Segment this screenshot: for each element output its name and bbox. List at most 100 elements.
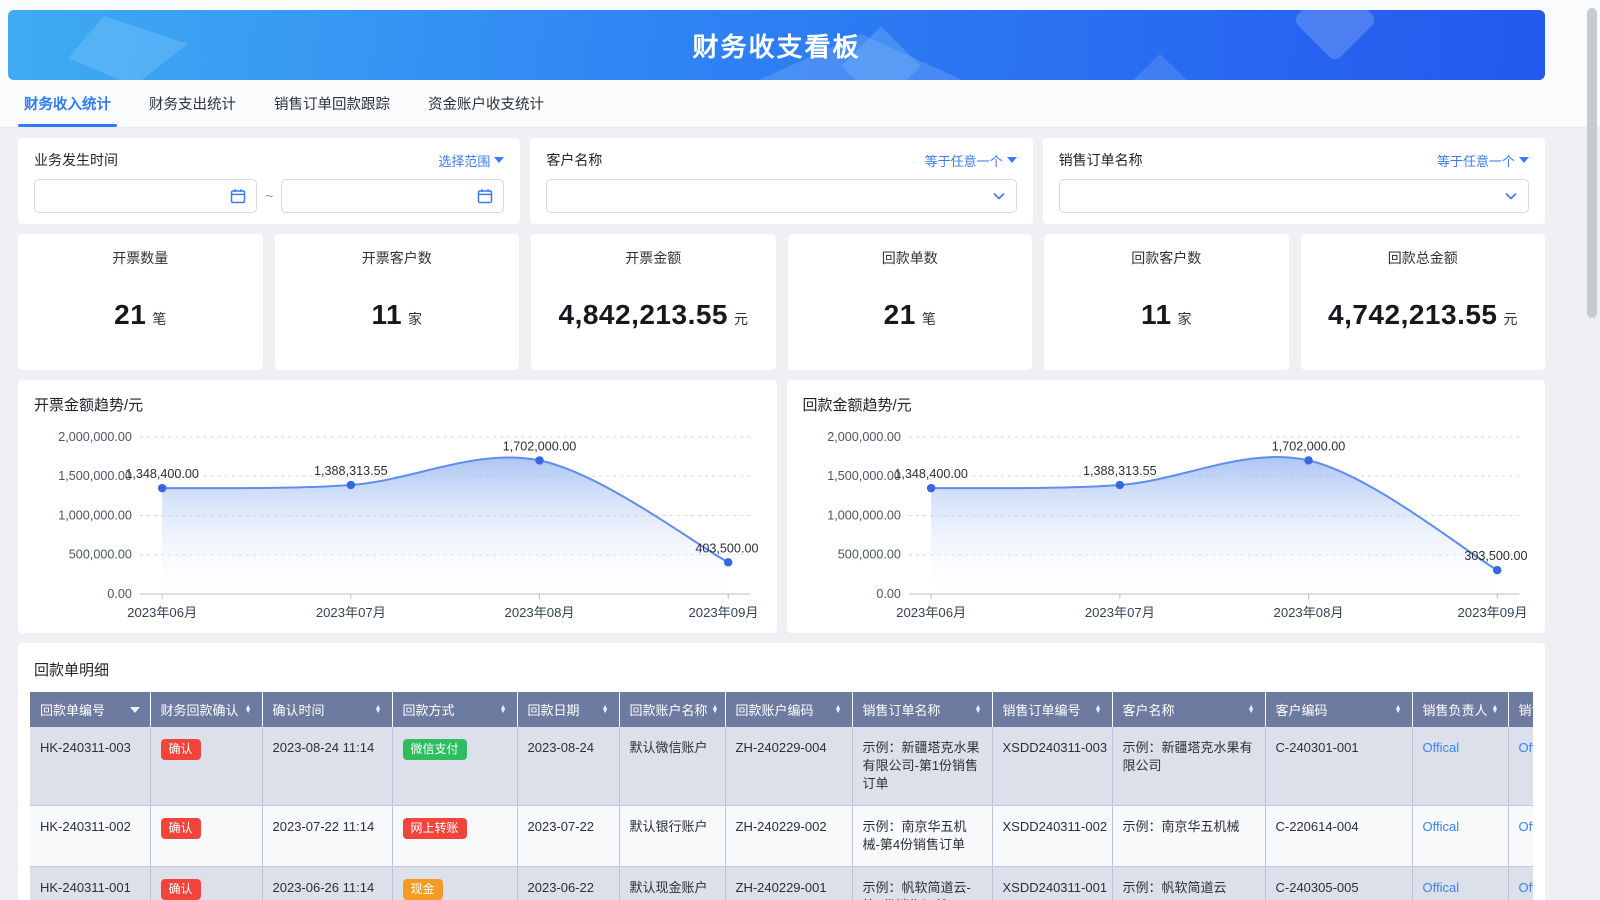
- user-link[interactable]: Offical: [1519, 880, 1534, 895]
- stat-unit: 家: [1178, 309, 1192, 329]
- cell: 现金: [392, 867, 517, 900]
- tab-财务支出统计[interactable]: 财务支出统计: [149, 80, 236, 127]
- sort-icon[interactable]: ▲▼: [245, 706, 252, 714]
- cell: ZH-240229-001: [725, 867, 852, 900]
- chart-card-1: 回款金额趋势/元0.00500,000.001,000,000.001,500,…: [787, 380, 1546, 633]
- cell: C-240305-005: [1265, 867, 1412, 900]
- stat-label: 回款客户数: [1131, 248, 1201, 268]
- column-header-label: 确认时间: [273, 700, 325, 719]
- column-header-回款日期[interactable]: 回款日期▲▼: [517, 692, 619, 727]
- cell: 示例：新疆塔克水果有限公司-第1份销售订单: [852, 727, 992, 806]
- user-link[interactable]: Offical: [1423, 819, 1460, 834]
- page-title: 财务收支看板: [692, 27, 860, 64]
- cell: C-220614-004: [1265, 806, 1412, 867]
- stat-label: 回款单数: [882, 248, 938, 268]
- column-header-销售订单名称[interactable]: 销售订单名称 ▲▼: [852, 692, 992, 727]
- column-header-销售订单编号[interactable]: 销售订单编号▲▼: [992, 692, 1112, 727]
- main-content: 业务发生时间选择范围~客户名称等于任意一个销售订单名称等于任意一个 开票数量21…: [0, 128, 1600, 900]
- table-title: 回款单明细: [34, 659, 1533, 680]
- column-header-回款方式[interactable]: 回款方式▲▼: [392, 692, 517, 727]
- column-header-客户编码[interactable]: 客户编码 ▲▼: [1265, 692, 1412, 727]
- stat-value: 11: [371, 299, 402, 331]
- operator-text: 等于任意一个: [1437, 151, 1515, 170]
- cell: 2023-08-24 11:14: [262, 727, 392, 806]
- column-header-确认时间[interactable]: 确认时间 ▲▼: [262, 692, 392, 727]
- column-header-客户名称[interactable]: 客户名称▲▼: [1112, 692, 1265, 727]
- calendar-icon: [230, 188, 246, 204]
- cell: C-240301-001: [1265, 727, 1412, 806]
- cell: 2023-07-22 11:14: [262, 806, 392, 867]
- stat-value: 21: [114, 299, 146, 331]
- column-header-label: 销售负责人: [1423, 700, 1488, 719]
- cell: Offical: [1412, 806, 1508, 867]
- sort-icon[interactable]: ▲▼: [975, 706, 982, 714]
- sort-icon[interactable]: ▲▼: [602, 706, 609, 714]
- sort-icon[interactable]: ▲▼: [1492, 706, 1499, 714]
- filter-label: 客户名称: [546, 150, 602, 170]
- sort-icon[interactable]: ▲▼: [375, 706, 382, 714]
- column-header-回款账户编码[interactable]: 回款账户编码▲▼: [725, 692, 852, 727]
- stat-unit: 元: [1504, 309, 1518, 329]
- filter-operator-link[interactable]: 等于任意一个: [1437, 151, 1529, 170]
- stat-label: 开票客户数: [362, 248, 432, 268]
- stat-value: 4,742,213.55: [1328, 299, 1498, 331]
- column-header-销售负责人[interactable]: 销售负责人 ▲▼: [1412, 692, 1508, 727]
- svg-text:2023年07月: 2023年07月: [1084, 605, 1154, 620]
- column-header-label: 销售订单名称: [863, 700, 941, 719]
- filter-dropdown-icon[interactable]: [130, 707, 140, 713]
- svg-text:500,000.00: 500,000.00: [69, 548, 132, 562]
- cell: XSDD240311-002: [992, 806, 1112, 867]
- column-header-销售[interactable]: 销售: [1508, 692, 1533, 727]
- filter-operator-link[interactable]: 选择范围: [438, 151, 504, 170]
- stat-value: 4,842,213.55: [559, 299, 729, 331]
- column-header-label: 回款单编号: [40, 700, 105, 719]
- cell: XSDD240311-001: [992, 867, 1112, 900]
- svg-text:1,388,313.55: 1,388,313.55: [1083, 464, 1157, 478]
- svg-text:1,500,000.00: 1,500,000.00: [58, 469, 132, 483]
- tab-销售订单回款跟踪[interactable]: 销售订单回款跟踪: [274, 80, 390, 127]
- vertical-scrollbar-thumb[interactable]: [1587, 8, 1597, 318]
- cell: 2023-06-22: [517, 867, 619, 900]
- date-range-separator: ~: [265, 188, 273, 204]
- user-link[interactable]: Offical: [1423, 740, 1460, 755]
- sort-icon[interactable]: ▲▼: [835, 706, 842, 714]
- operator-text: 选择范围: [438, 151, 490, 170]
- tab-资金账户收支统计[interactable]: 资金账户收支统计: [428, 80, 544, 127]
- table-row[interactable]: HK-240311-001确认2023-06-26 11:14现金2023-06…: [30, 867, 1533, 900]
- svg-text:2,000,000.00: 2,000,000.00: [58, 430, 132, 444]
- table-row[interactable]: HK-240311-002确认2023-07-22 11:14网上转账2023-…: [30, 806, 1533, 867]
- svg-text:0.00: 0.00: [107, 587, 132, 601]
- user-link[interactable]: Offical: [1423, 880, 1460, 895]
- column-header-回款账户名称[interactable]: 回款账户名称▲▼: [619, 692, 725, 727]
- calendar-icon: [477, 188, 493, 204]
- svg-text:1,388,313.55: 1,388,313.55: [314, 464, 388, 478]
- filter-operator-link[interactable]: 等于任意一个: [925, 151, 1017, 170]
- sort-icon[interactable]: ▲▼: [500, 706, 507, 714]
- sort-icon[interactable]: ▲▼: [1395, 706, 1402, 714]
- user-link[interactable]: Offical: [1519, 819, 1534, 834]
- table-row[interactable]: HK-240311-003确认2023-08-24 11:14微信支付2023-…: [30, 727, 1533, 806]
- filter-label: 业务发生时间: [34, 150, 118, 170]
- column-header-回款单编号[interactable]: 回款单编号: [30, 692, 150, 727]
- sort-icon[interactable]: ▲▼: [1248, 706, 1255, 714]
- column-header-label: 客户编码: [1276, 700, 1328, 719]
- svg-text:2023年07月: 2023年07月: [316, 605, 386, 620]
- column-header-财务回款确认[interactable]: 财务回款确认▲▼: [150, 692, 262, 727]
- sort-icon[interactable]: ▲▼: [1095, 706, 1102, 714]
- date-start-input[interactable]: [34, 179, 257, 213]
- cell: HK-240311-002: [30, 806, 150, 867]
- tab-财务收入统计[interactable]: 财务收入统计: [24, 80, 111, 127]
- table-scroll-area[interactable]: 回款单编号财务回款确认▲▼确认时间▲▼回款方式▲▼回款日期▲▼回款账户名称▲▼回…: [30, 692, 1533, 900]
- user-link[interactable]: Offical: [1519, 740, 1534, 755]
- cell: 默认微信账户: [619, 727, 725, 806]
- cell: 2023-08-24: [517, 727, 619, 806]
- stat-label: 回款总金额: [1388, 248, 1458, 268]
- chart-title: 开票金额趋势/元: [34, 394, 761, 415]
- sort-icon[interactable]: ▲▼: [712, 706, 719, 714]
- date-end-input[interactable]: [281, 179, 504, 213]
- status-badge: 确认: [161, 818, 201, 839]
- select-input[interactable]: [546, 179, 1016, 213]
- select-input[interactable]: [1059, 179, 1529, 213]
- operator-text: 等于任意一个: [925, 151, 1003, 170]
- stat-value: 11: [1141, 299, 1172, 331]
